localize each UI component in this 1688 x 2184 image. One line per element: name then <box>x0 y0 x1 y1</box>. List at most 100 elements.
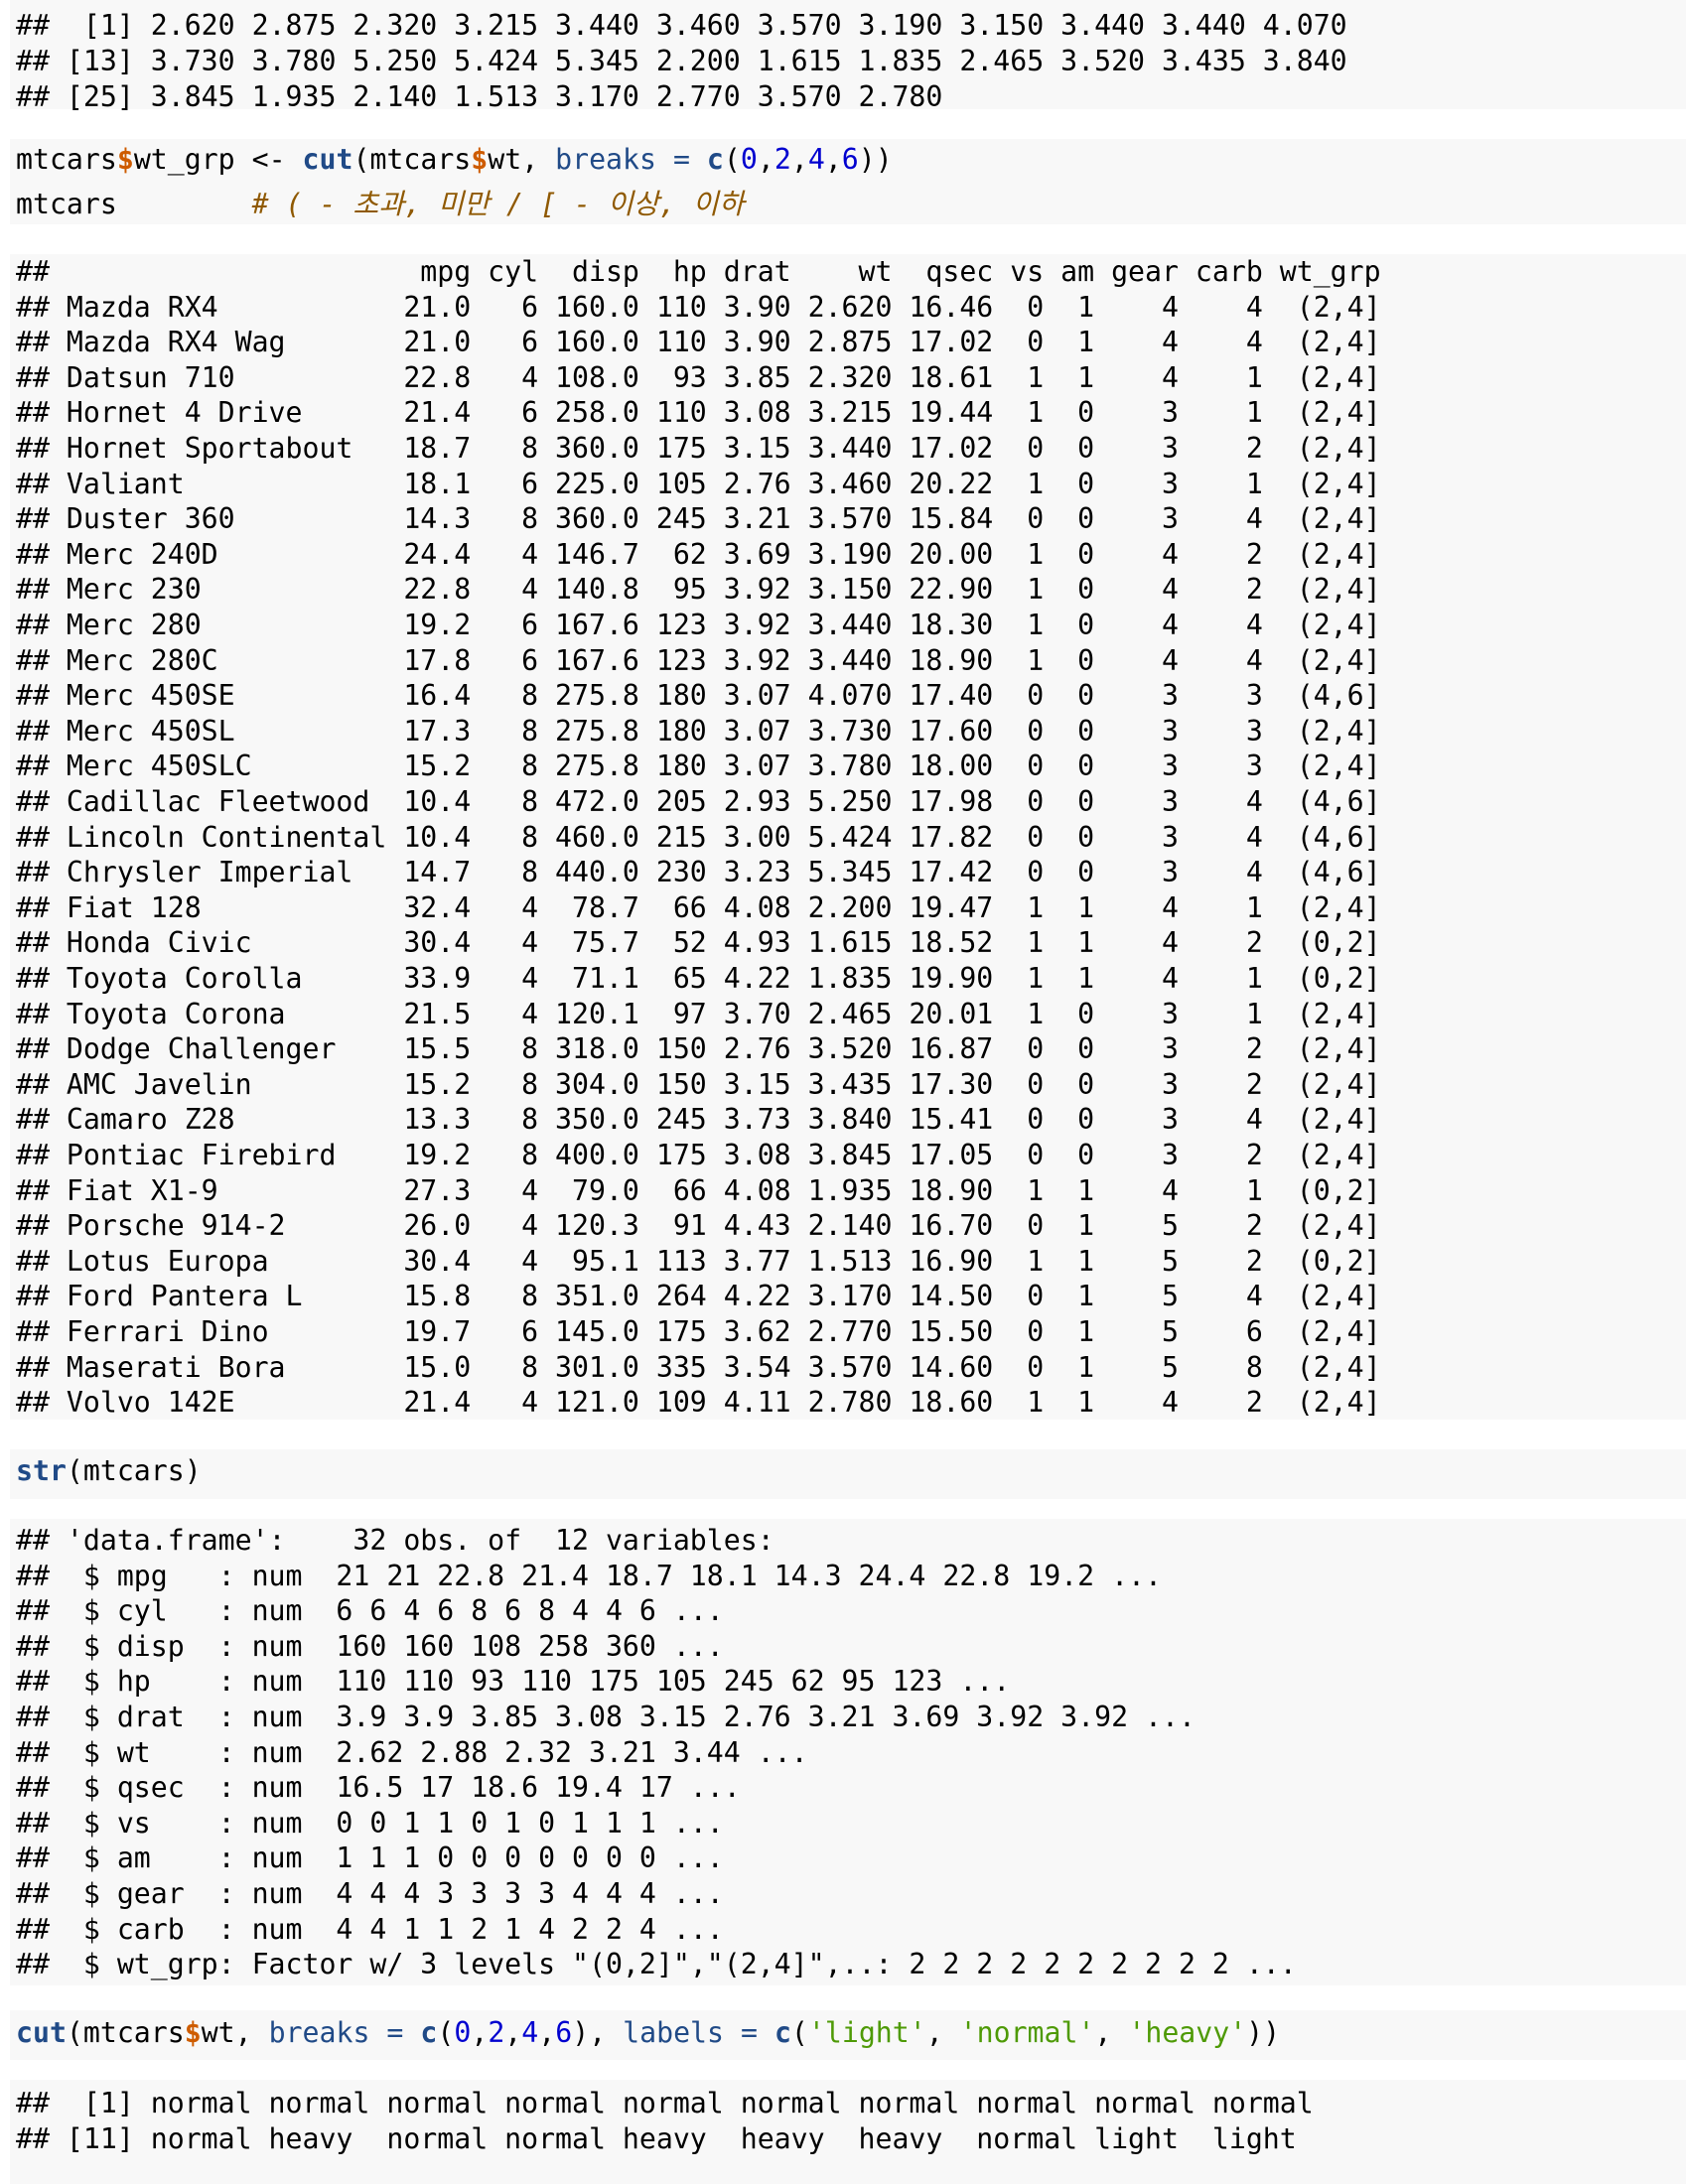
output-line: ## $ qsec : num 16.5 17 18.6 19.4 17 ... <box>16 1771 741 1805</box>
table-row: ## Merc 230 22.8 4 140.8 95 3.92 3.150 2… <box>16 573 1381 607</box>
code-line: str(mtcars) <box>16 1453 202 1489</box>
code-token: (mtcars) <box>66 1454 202 1487</box>
table-row: ## Toyota Corona 21.5 4 120.1 97 3.70 2.… <box>16 997 1381 1030</box>
code-token: , <box>471 2016 489 2049</box>
table-row: ## Datsun 710 22.8 4 108.0 93 3.85 2.320… <box>16 360 1381 394</box>
output-block: ## [1] 2.620 2.875 2.320 3.215 3.440 3.4… <box>10 0 1686 113</box>
code-token-fn: cut <box>302 143 353 176</box>
table-row: ## Ferrari Dino 19.7 6 145.0 175 3.62 2.… <box>16 1315 1381 1348</box>
code-token: wt, <box>488 143 556 176</box>
code-token: mtcars <box>16 188 252 220</box>
output-line: ## $ mpg : num 21 21 22.8 21.4 18.7 18.1… <box>16 1559 1162 1592</box>
table-row: ## Merc 450SL 17.3 8 275.8 180 3.07 3.73… <box>16 714 1381 748</box>
code-token-num: 4 <box>807 143 825 176</box>
output-line: ## [11] normal heavy normal normal heavy… <box>16 2121 1297 2155</box>
output-line: ## $ disp : num 160 160 108 258 360 ... <box>16 1629 724 1663</box>
code-token: (mtcars <box>66 2016 185 2049</box>
code-token: , <box>790 143 808 176</box>
table-row: ## Toyota Corolla 33.9 4 71.1 65 4.22 1.… <box>16 962 1381 995</box>
table-row: ## Lotus Europa 30.4 4 95.1 113 3.77 1.5… <box>16 1244 1381 1278</box>
code-token: , <box>925 2016 960 2049</box>
table-row: ## Pontiac Firebird 19.2 8 400.0 175 3.0… <box>16 1139 1381 1171</box>
code-token: wt_grp <box>133 143 252 176</box>
code-token-num: 6 <box>841 143 859 176</box>
output-line: ## 'data.frame': 32 obs. of 12 variables… <box>16 1524 774 1557</box>
table-row: ## Honda Civic 30.4 4 75.7 52 4.93 1.615… <box>16 926 1381 960</box>
code-token-arg: = <box>386 2016 404 2049</box>
table-row: ## Merc 450SE 16.4 8 275.8 180 3.07 4.07… <box>16 679 1381 713</box>
output-line: ## $ vs : num 0 0 1 1 0 1 0 1 1 1 ... <box>16 1806 724 1840</box>
code-token-fn: c <box>774 2016 791 2049</box>
output-line: ## [25] 3.845 1.935 2.140 1.513 3.170 2.… <box>16 80 943 113</box>
table-row: ## Valiant 18.1 6 225.0 105 2.76 3.460 2… <box>16 467 1381 500</box>
table-row: ## Dodge Challenger 15.5 8 318.0 150 2.7… <box>16 1032 1381 1066</box>
table-row: ## AMC Javelin 15.2 8 304.0 150 3.15 3.4… <box>16 1067 1381 1101</box>
table-row: ## Fiat X1-9 27.3 4 79.0 66 4.08 1.935 1… <box>16 1173 1381 1207</box>
code-token-arg: breaks <box>268 2016 370 2049</box>
code-token: ( <box>723 143 741 176</box>
output-block: ## [1] normal normal normal normal norma… <box>10 2080 1686 2184</box>
code-token-comment: # ( - 초과, 미만 / [ - 이상, 이하 <box>251 188 745 220</box>
code-token-arg: = <box>672 143 690 176</box>
output-line: ## $ drat : num 3.9 3.9 3.85 3.08 3.15 2… <box>16 1701 1196 1733</box>
code-token-op: $ <box>116 143 134 176</box>
code-token-arg: = <box>740 2016 758 2049</box>
code-token-num: 2 <box>774 143 791 176</box>
code-token-num: 0 <box>740 143 758 176</box>
table-header-line: ## mpg cyl disp hp drat wt qsec vs am ge… <box>16 255 1381 288</box>
table-row: ## Lincoln Continental 10.4 8 460.0 215 … <box>16 820 1381 854</box>
code-token-num: 0 <box>454 2016 472 2049</box>
output-line: ## $ cyl : num 6 6 4 6 8 6 8 4 4 6 ... <box>16 1594 724 1628</box>
code-token: , <box>1094 2016 1129 2049</box>
code-token-arg: labels <box>623 2016 724 2049</box>
table-row: ## Chrysler Imperial 14.7 8 440.0 230 3.… <box>16 856 1381 889</box>
code-token: )) <box>1246 2016 1281 2049</box>
table-row: ## Merc 240D 24.4 4 146.7 62 3.69 3.190 … <box>16 537 1381 571</box>
code-token: ( <box>437 2016 455 2049</box>
code-token: , <box>504 2016 522 2049</box>
output-line: ## [13] 3.730 3.780 5.250 5.424 5.345 2.… <box>16 45 1347 77</box>
code-token: wt, <box>201 2016 269 2049</box>
table-row: ## Merc 450SLC 15.2 8 275.8 180 3.07 3.7… <box>16 750 1381 783</box>
table-row: ## Volvo 142E 21.4 4 121.0 109 4.11 2.78… <box>16 1386 1381 1420</box>
table-row: ## Cadillac Fleetwood 10.4 8 472.0 205 2… <box>16 785 1381 818</box>
table-row: ## Porsche 914-2 26.0 4 120.3 91 4.43 2.… <box>16 1209 1381 1243</box>
output-line: ## [1] normal normal normal normal norma… <box>16 2087 1314 2119</box>
code-token-op: $ <box>471 143 489 176</box>
output-line: ## $ wt_grp: Factor w/ 3 levels "(0,2]",… <box>16 1948 1297 1981</box>
code-token-num: 4 <box>521 2016 539 2049</box>
code-token: mtcars <box>16 143 117 176</box>
document-page: ## [1] 2.620 2.875 2.320 3.215 3.440 3.4… <box>0 0 1688 2184</box>
output-line: ## $ hp : num 110 110 93 110 175 105 245… <box>16 1665 1011 1699</box>
table-row: ## Merc 280C 17.8 6 167.6 123 3.92 3.440… <box>16 643 1381 677</box>
code-token-str: 'heavy' <box>1128 2016 1247 2049</box>
code-token: , <box>538 2016 556 2049</box>
table-row: ## Ford Pantera L 15.8 8 351.0 264 4.22 … <box>16 1280 1381 1313</box>
code-block: str(mtcars) <box>10 1449 1686 1499</box>
table-row: ## Hornet 4 Drive 21.4 6 258.0 110 3.08 … <box>16 396 1381 430</box>
code-token: ( <box>790 2016 808 2049</box>
code-line: mtcars # ( - 초과, 미만 / [ - 이상, 이하 <box>16 187 745 222</box>
code-token-kr: <- <box>251 143 286 176</box>
code-token-arg: breaks <box>555 143 656 176</box>
output-line: ## $ wt : num 2.62 2.88 2.32 3.21 3.44 .… <box>16 1735 808 1769</box>
code-line: mtcars$wt_grp <- cut(mtcars$wt, breaks =… <box>16 142 893 178</box>
code-token: )) <box>858 143 893 176</box>
code-token: , <box>824 143 842 176</box>
code-token-fn: c <box>706 143 724 176</box>
table-row: ## Hornet Sportabout 18.7 8 360.0 175 3.… <box>16 432 1381 465</box>
table-row: ## Maserati Bora 15.0 8 301.0 335 3.54 3… <box>16 1350 1381 1384</box>
table-row: ## Duster 360 14.3 8 360.0 245 3.21 3.57… <box>16 502 1381 536</box>
table-row: ## Mazda RX4 21.0 6 160.0 110 3.90 2.620… <box>16 290 1381 324</box>
code-block: cut(mtcars$wt, breaks = c(0,2,4,6), labe… <box>10 2010 1686 2060</box>
output-line: ## $ carb : num 4 4 1 1 2 1 4 2 2 4 ... <box>16 1912 724 1946</box>
output-line: ## [1] 2.620 2.875 2.320 3.215 3.440 3.4… <box>16 9 1347 42</box>
output-block: ## mpg cyl disp hp drat wt qsec vs am ge… <box>10 254 1686 1420</box>
code-token: , <box>757 143 774 176</box>
